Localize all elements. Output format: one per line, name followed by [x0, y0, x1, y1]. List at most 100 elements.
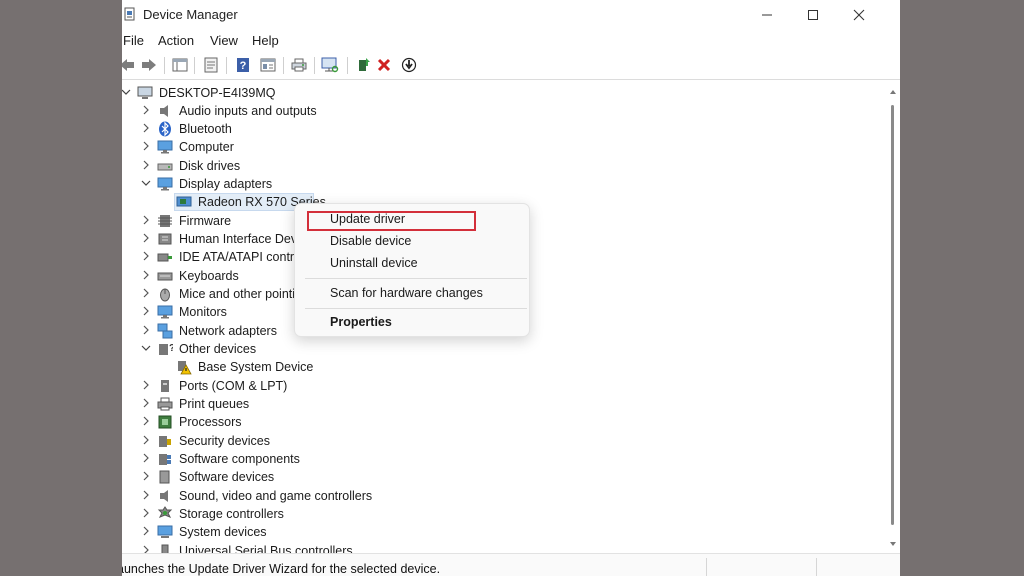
chevron-right-icon[interactable]: [141, 490, 151, 500]
tree-item-audio[interactable]: Audio inputs and outputs: [122, 102, 882, 120]
hid-icon: [158, 233, 172, 245]
context-menu: Update driver Disable device Uninstall d…: [294, 203, 530, 337]
status-text: aunches the Update Driver Wizard for the…: [122, 562, 441, 576]
scroll-up-icon[interactable]: [888, 87, 898, 97]
chevron-right-icon[interactable]: [141, 123, 151, 133]
tree-item-computer[interactable]: Computer: [122, 138, 882, 156]
chevron-right-icon[interactable]: [141, 105, 151, 115]
chevron-right-icon[interactable]: [141, 453, 151, 463]
tree-item-other-devices[interactable]: ? Other devices: [122, 340, 882, 358]
tree-item-display-adapters[interactable]: Display adapters: [122, 175, 882, 193]
system-device-icon: [157, 525, 173, 538]
menu-file[interactable]: File: [123, 33, 144, 48]
tree-item-sound[interactable]: Sound, video and game controllers: [122, 487, 882, 505]
show-hide-console-icon[interactable]: [171, 56, 189, 74]
forward-icon[interactable]: [140, 56, 158, 74]
processor-icon: [158, 415, 172, 429]
tree-item-base-system-device[interactable]: Base System Device: [122, 358, 882, 376]
tree-item-label: Sound, video and game controllers: [179, 489, 373, 503]
tree-item-usb[interactable]: Universal Serial Bus controllers: [122, 542, 882, 553]
chevron-right-icon[interactable]: [141, 215, 151, 225]
menu-view[interactable]: View: [210, 33, 238, 48]
menu-item-label: Properties: [330, 315, 392, 329]
chevron-right-icon[interactable]: [141, 251, 151, 261]
chevron-right-icon[interactable]: [141, 508, 151, 518]
menu-scan-hardware[interactable]: Scan for hardware changes: [295, 282, 529, 304]
chevron-right-icon[interactable]: [141, 288, 151, 298]
maximize-button[interactable]: [790, 0, 836, 30]
tree-item-disk-drives[interactable]: Disk drives: [122, 157, 882, 175]
tree-item-storage[interactable]: Storage controllers: [122, 505, 882, 523]
scan-hardware-icon[interactable]: [320, 56, 340, 74]
svg-text:?: ?: [169, 343, 173, 354]
chevron-right-icon[interactable]: [141, 545, 151, 553]
vertical-scrollbar[interactable]: [886, 83, 900, 553]
menu-action[interactable]: Action: [158, 33, 194, 48]
chevron-right-icon[interactable]: [141, 380, 151, 390]
chevron-down-icon[interactable]: [141, 178, 151, 188]
view-list-icon[interactable]: [259, 56, 277, 74]
back-icon[interactable]: [122, 56, 136, 74]
tree-root[interactable]: DESKTOP-E4I39MQ: [122, 84, 882, 102]
menu-item-label: Update driver: [330, 212, 406, 226]
menu-update-driver[interactable]: Update driver: [295, 208, 529, 231]
network-icon: [157, 323, 173, 339]
tree-item-system-devices[interactable]: System devices: [122, 523, 882, 541]
gpu-icon: [176, 196, 192, 207]
toolbar: ?: [122, 52, 900, 80]
tree-item-label: Mice and other pointi: [179, 287, 296, 301]
title-bar: Device Manager: [122, 0, 900, 30]
chevron-right-icon[interactable]: [141, 160, 151, 170]
chevron-right-icon[interactable]: [141, 398, 151, 408]
tree-item-print-queues[interactable]: Print queues: [122, 395, 882, 413]
print-icon[interactable]: [290, 56, 308, 74]
tree-item-label: Human Interface Dev: [179, 232, 298, 246]
scrollbar-thumb[interactable]: [891, 105, 894, 525]
menu-item-label: Scan for hardware changes: [330, 286, 483, 300]
minimize-button[interactable]: [744, 0, 790, 30]
chevron-right-icon[interactable]: [141, 416, 151, 426]
tree-root-label: DESKTOP-E4I39MQ: [159, 86, 276, 100]
chevron-right-icon[interactable]: [141, 325, 151, 335]
device-manager-icon: [124, 7, 136, 21]
tree-item-processors[interactable]: Processors: [122, 413, 882, 431]
disable-device-icon[interactable]: [400, 56, 418, 74]
chevron-right-icon[interactable]: [141, 141, 151, 151]
chevron-right-icon[interactable]: [141, 435, 151, 445]
tree-item-bluetooth[interactable]: Bluetooth: [122, 120, 882, 138]
tree-item-label: Base System Device: [198, 360, 314, 374]
close-button[interactable]: [836, 0, 882, 30]
chevron-right-icon[interactable]: [141, 526, 151, 536]
menu-help[interactable]: Help: [252, 33, 279, 48]
chevron-right-icon[interactable]: [141, 233, 151, 243]
tree-item-security[interactable]: Security devices: [122, 432, 882, 450]
tree-item-label: Bluetooth: [179, 122, 232, 136]
scroll-down-icon[interactable]: [888, 539, 898, 549]
ide-controller-icon: [157, 253, 172, 262]
disk-drive-icon: [157, 163, 173, 171]
tree-item-ports[interactable]: Ports (COM & LPT): [122, 377, 882, 395]
properties-icon[interactable]: [202, 56, 220, 74]
port-icon: [161, 380, 169, 392]
security-device-icon: [159, 436, 171, 447]
status-bar: aunches the Update Driver Wizard for the…: [122, 553, 900, 576]
menu-uninstall-device[interactable]: Uninstall device: [295, 252, 529, 274]
tree-item-software-components[interactable]: Software components: [122, 450, 882, 468]
chevron-right-icon[interactable]: [141, 306, 151, 316]
chevron-right-icon[interactable]: [141, 471, 151, 481]
tree-item-label: Disk drives: [179, 159, 241, 173]
chevron-down-icon[interactable]: [141, 343, 151, 353]
chevron-down-icon[interactable]: [122, 87, 131, 97]
tree-item-software-devices[interactable]: Software devices: [122, 468, 882, 486]
menu-disable-device[interactable]: Disable device: [295, 230, 529, 252]
uninstall-icon[interactable]: [376, 56, 392, 74]
mouse-icon: [160, 288, 170, 302]
help-icon[interactable]: ?: [234, 56, 252, 74]
monitor-icon: [157, 140, 173, 154]
chevron-right-icon[interactable]: [141, 270, 151, 280]
menu-properties[interactable]: Properties: [295, 311, 529, 333]
monitor-icon: [157, 305, 173, 319]
update-driver-icon[interactable]: [356, 56, 372, 74]
speaker-icon: [160, 105, 168, 117]
bluetooth-icon: [159, 121, 171, 137]
